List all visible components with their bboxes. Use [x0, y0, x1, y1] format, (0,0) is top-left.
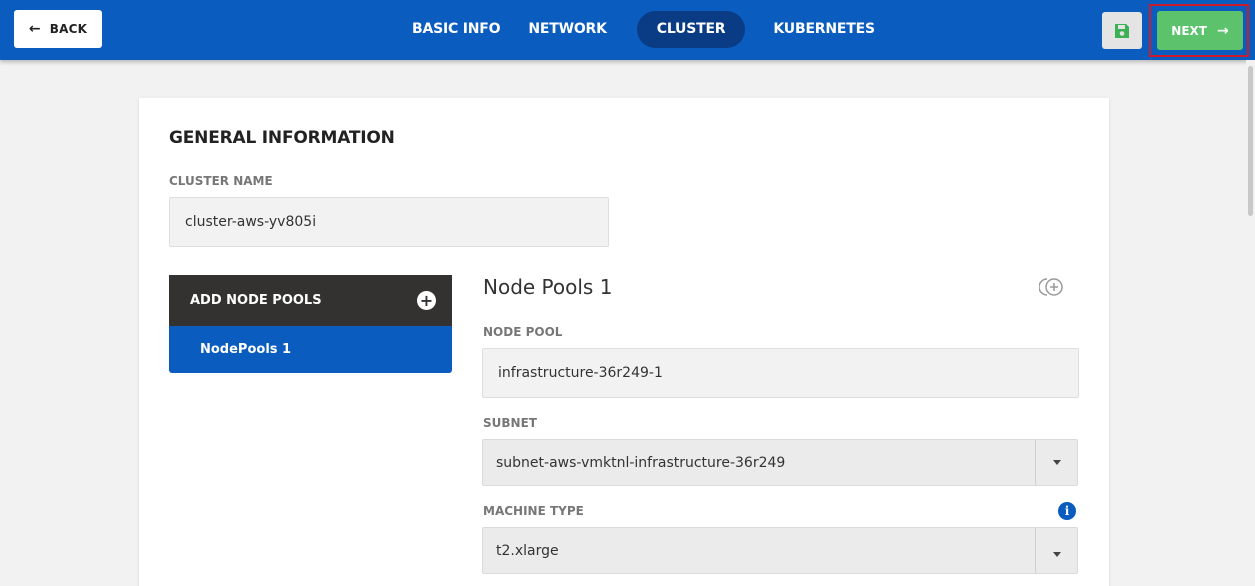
node-pool-title: Node Pools 1	[483, 275, 613, 299]
tab-basic-info[interactable]: BASIC INFO	[398, 11, 514, 48]
scrollbar-thumb[interactable]	[1248, 66, 1253, 216]
subnet-dropdown-toggle[interactable]	[1035, 440, 1077, 485]
add-node-pools-header: ADD NODE POOLS +	[169, 275, 452, 326]
machine-type-dropdown-toggle[interactable]	[1035, 528, 1077, 573]
back-button[interactable]: ← BACK	[14, 10, 102, 48]
subnet-label: SUBNET	[483, 416, 537, 430]
node-pool-input[interactable]: infrastructure-36r249-1	[482, 348, 1079, 398]
wizard-tabs: BASIC INFO NETWORK CLUSTER KUBERNETES	[398, 10, 889, 48]
add-node-pool-button[interactable]: +	[417, 291, 436, 310]
cluster-name-label: CLUSTER NAME	[169, 174, 273, 188]
next-label: NEXT	[1171, 23, 1207, 38]
duplicate-node-pool-icon[interactable]	[1039, 276, 1065, 298]
section-title: GENERAL INFORMATION	[169, 128, 395, 148]
caret-down-icon	[1052, 552, 1061, 557]
tab-kubernetes[interactable]: KUBERNETES	[759, 11, 888, 48]
arrow-left-icon: ←	[28, 21, 41, 37]
arrow-right-icon: →	[1216, 22, 1229, 39]
info-icon[interactable]: i	[1058, 502, 1076, 520]
next-button-highlight: NEXT →	[1149, 4, 1249, 57]
caret-down-icon	[1052, 460, 1061, 465]
add-node-pools-label: ADD NODE POOLS	[190, 293, 322, 308]
node-pool-list-item[interactable]: NodePools 1	[169, 326, 452, 373]
next-button[interactable]: NEXT →	[1157, 11, 1243, 50]
machine-type-label: MACHINE TYPE	[483, 504, 584, 518]
back-label: BACK	[49, 22, 88, 36]
tab-cluster[interactable]: CLUSTER	[636, 10, 746, 48]
page-scrollbar[interactable]	[1246, 60, 1255, 586]
node-pool-label: NODE POOL	[483, 325, 563, 339]
tab-network[interactable]: NETWORK	[514, 11, 620, 48]
machine-type-value: t2.xlarge	[496, 542, 559, 559]
subnet-select[interactable]: subnet-aws-vmktnl-infrastructure-36r249	[482, 439, 1078, 486]
subnet-value: subnet-aws-vmktnl-infrastructure-36r249	[496, 454, 786, 471]
cluster-name-input[interactable]: cluster-aws-yv805i	[169, 197, 609, 247]
top-navigation-bar: ← BACK BASIC INFO NETWORK CLUSTER KUBERN…	[0, 0, 1255, 60]
plus-icon: +	[419, 290, 434, 310]
cluster-form-card: GENERAL INFORMATION CLUSTER NAME cluster…	[139, 98, 1109, 586]
save-button[interactable]	[1102, 12, 1142, 49]
floppy-disk-icon	[1115, 23, 1129, 38]
machine-type-select[interactable]: t2.xlarge	[482, 527, 1078, 574]
